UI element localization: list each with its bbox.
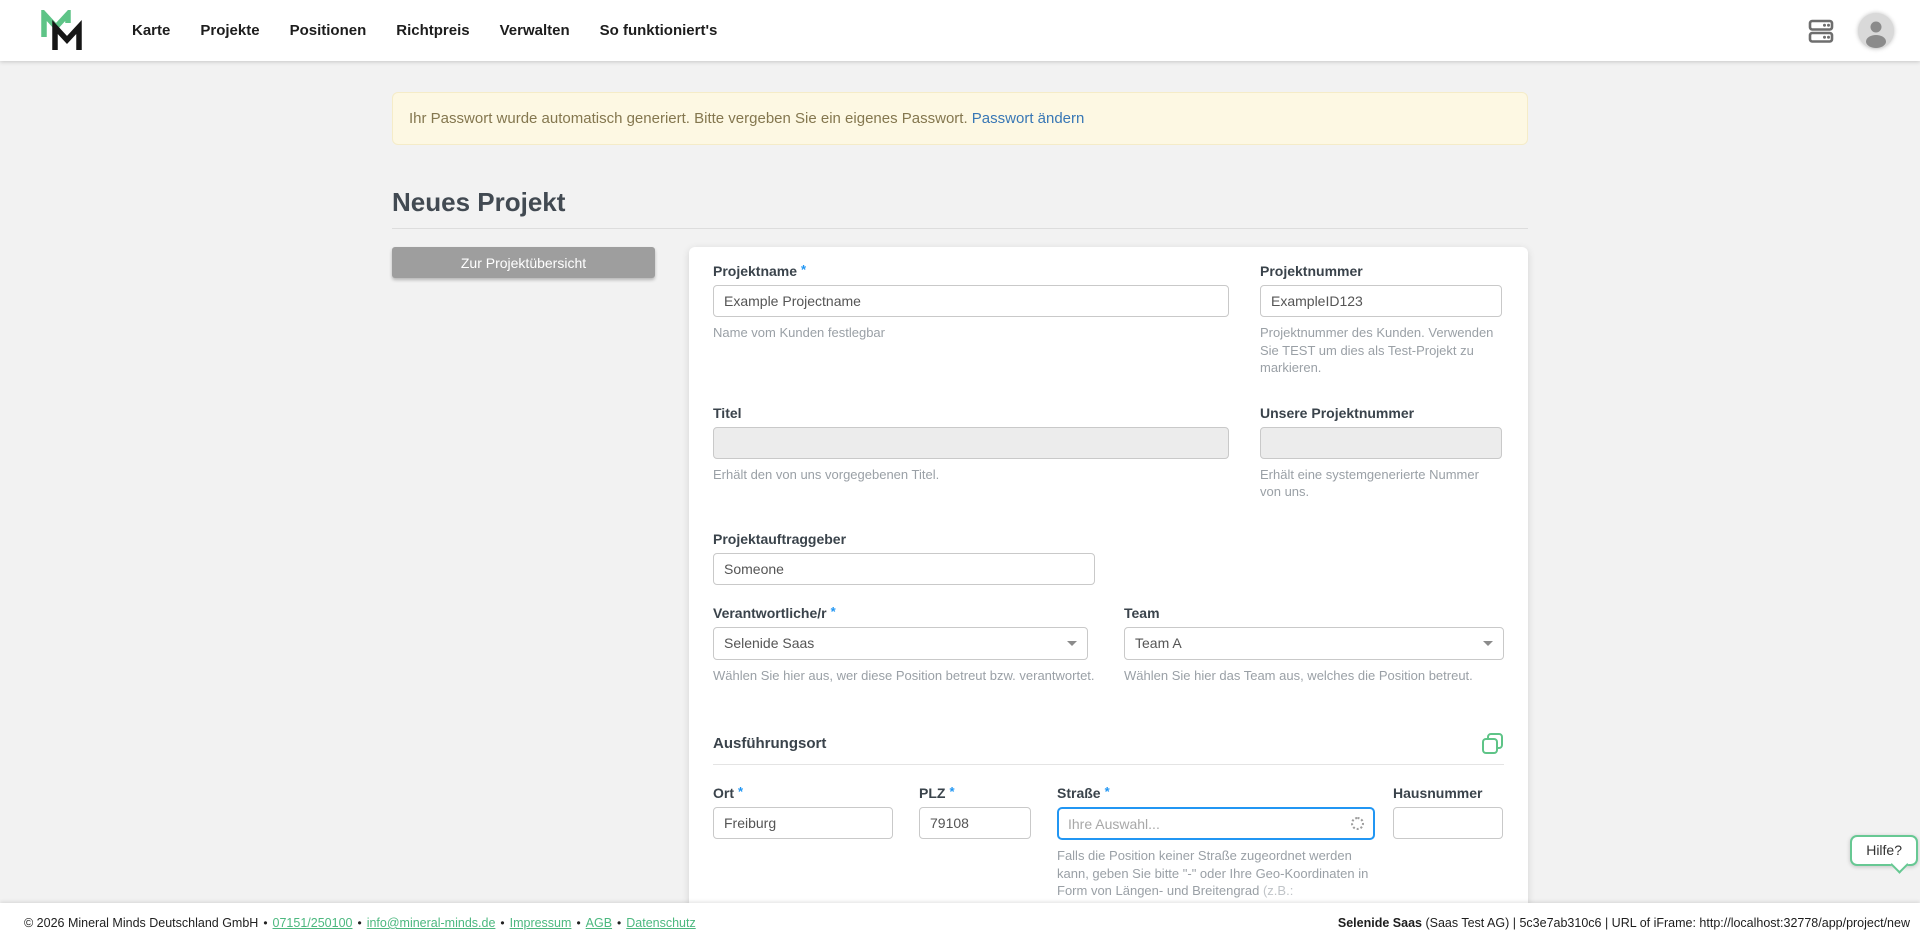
- verantwortliche-label: Verantwortliche/r*: [713, 605, 1088, 621]
- banner-text: Ihr Passwort wurde automatisch generiert…: [409, 110, 968, 127]
- strasse-input[interactable]: [1068, 816, 1351, 832]
- copy-icon[interactable]: [1481, 732, 1504, 755]
- titel-label: Titel: [713, 405, 1229, 421]
- projektnummer-help: Projektnummer des Kunden. Verwenden Sie …: [1260, 324, 1502, 377]
- verantwortliche-select[interactable]: Selenide Saas: [713, 627, 1088, 660]
- hausnummer-input[interactable]: [1393, 807, 1503, 839]
- verantwortliche-help: Wählen Sie hier aus, wer diese Position …: [713, 667, 1088, 685]
- navbar-right: [1806, 13, 1894, 49]
- unsere-projektnummer-label: Unsere Projektnummer: [1260, 405, 1502, 421]
- main-nav: Karte Projekte Positionen Richtpreis Ver…: [132, 22, 717, 39]
- left-column: Zur Projektübersicht: [392, 247, 657, 278]
- team-selected-value: Team A: [1135, 635, 1182, 651]
- hausnummer-label: Hausnummer: [1393, 785, 1503, 801]
- titel-input: [713, 427, 1229, 459]
- nav-item-richtpreis[interactable]: Richtpreis: [396, 22, 469, 39]
- footer-link-phone[interactable]: 07151/250100: [258, 916, 352, 930]
- team-help: Wählen Sie hier das Team aus, welches di…: [1124, 667, 1504, 685]
- team-select[interactable]: Team A: [1124, 627, 1504, 660]
- nav-item-verwalten[interactable]: Verwalten: [500, 22, 570, 39]
- ort-label: Ort*: [713, 785, 893, 801]
- copyright-text: © 2026 Mineral Minds Deutschland GmbH: [24, 916, 258, 930]
- footer-link-datenschutz[interactable]: Datenschutz: [612, 916, 696, 930]
- ausfuehrungsort-title: Ausführungsort: [713, 735, 826, 752]
- required-marker: *: [949, 784, 954, 799]
- nav-item-positionen[interactable]: Positionen: [290, 22, 367, 39]
- nav-item-karte[interactable]: Karte: [132, 22, 170, 39]
- footer-session-info: Selenide Saas (Saas Test AG) | 5c3e7ab31…: [1338, 916, 1910, 930]
- back-to-project-overview-button[interactable]: Zur Projektübersicht: [392, 247, 655, 278]
- footer-left: © 2026 Mineral Minds Deutschland GmbH 07…: [24, 916, 696, 930]
- required-marker: *: [801, 262, 806, 277]
- user-avatar-icon[interactable]: [1858, 13, 1894, 49]
- change-password-link[interactable]: Passwort ändern: [972, 110, 1085, 127]
- team-label: Team: [1124, 605, 1504, 621]
- projektauftraggeber-input[interactable]: [713, 553, 1095, 585]
- footer-session-details: (Saas Test AG) | 5c3e7ab310c6 | URL of i…: [1422, 916, 1910, 930]
- required-marker: *: [738, 784, 743, 799]
- unsere-projektnummer-help: Erhält eine systemgenerierte Nummer von …: [1260, 466, 1502, 501]
- required-marker: *: [831, 604, 836, 619]
- footer-link-email[interactable]: info@mineral-minds.de: [352, 916, 495, 930]
- projektname-help: Name vom Kunden festlegbar: [713, 324, 1229, 342]
- projektnummer-input[interactable]: [1260, 285, 1502, 317]
- strasse-label: Straße*: [1057, 785, 1375, 801]
- footer-user-name: Selenide Saas: [1338, 916, 1422, 930]
- page-body: Ihr Passwort wurde automatisch generiert…: [0, 61, 1920, 903]
- navbar: Karte Projekte Positionen Richtpreis Ver…: [0, 0, 1920, 61]
- page-title: Neues Projekt: [392, 187, 1528, 229]
- strasse-field-focused: [1057, 807, 1375, 840]
- projektauftraggeber-label: Projektauftraggeber: [713, 531, 1095, 547]
- loading-spinner-icon: [1351, 817, 1364, 830]
- server-icon[interactable]: [1806, 16, 1836, 46]
- strasse-help: Falls die Position keiner Straße zugeord…: [1057, 847, 1375, 903]
- password-warning-banner: Ihr Passwort wurde automatisch generiert…: [392, 92, 1528, 145]
- footer: © 2026 Mineral Minds Deutschland GmbH 07…: [0, 903, 1920, 943]
- project-form-card: Projektname* Name vom Kunden festlegbar …: [689, 247, 1528, 903]
- ausfuehrungsort-section-header: Ausführungsort: [713, 732, 1504, 765]
- plz-input[interactable]: [919, 807, 1031, 839]
- footer-link-impressum[interactable]: Impressum: [495, 916, 571, 930]
- verantwortliche-selected-value: Selenide Saas: [724, 635, 814, 651]
- plz-label: PLZ*: [919, 785, 1031, 801]
- ort-input[interactable]: [713, 807, 893, 839]
- projektname-input[interactable]: [713, 285, 1229, 317]
- help-button[interactable]: Hilfe?: [1850, 835, 1918, 866]
- projektnummer-label: Projektnummer: [1260, 263, 1502, 279]
- footer-link-agb[interactable]: AGB: [571, 916, 612, 930]
- required-marker: *: [1105, 784, 1110, 799]
- nav-item-projekte[interactable]: Projekte: [200, 22, 259, 39]
- chevron-down-icon: [1067, 641, 1077, 646]
- projektname-label: Projektname*: [713, 263, 1229, 279]
- chevron-down-icon: [1483, 641, 1493, 646]
- titel-help: Erhält den von uns vorgegebenen Titel.: [713, 466, 1229, 484]
- unsere-projektnummer-input: [1260, 427, 1502, 459]
- nav-item-so-funktionierts[interactable]: So funktioniert's: [600, 22, 718, 39]
- mineral-minds-logo-icon[interactable]: [40, 10, 86, 52]
